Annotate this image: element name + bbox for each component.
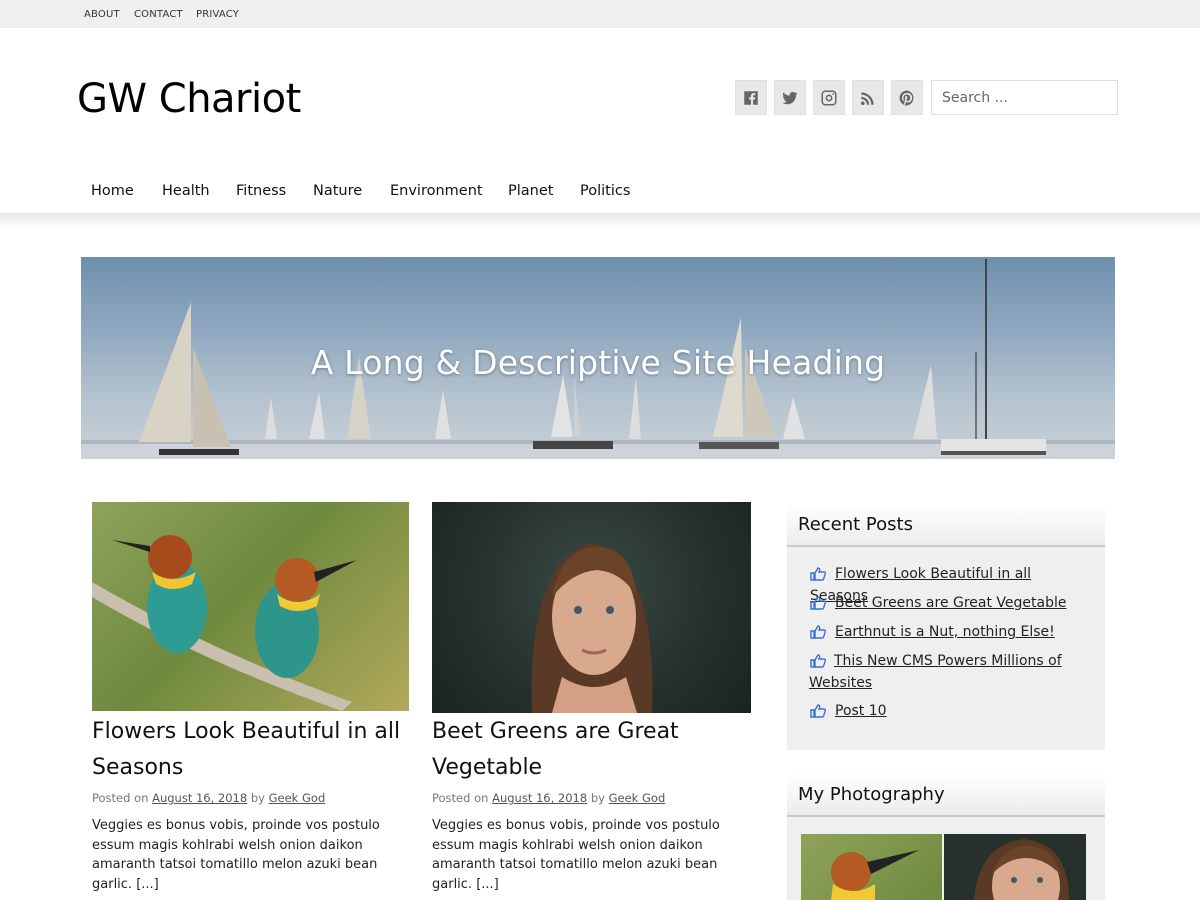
posted-on-label: Posted on — [92, 791, 149, 805]
twitter-icon — [782, 91, 798, 104]
nav-environment[interactable]: Environment — [390, 183, 483, 199]
recent-post-link[interactable]: This New CMS Powers Millions of Websites — [809, 650, 1080, 694]
top-link-privacy[interactable]: PRIVACY — [196, 9, 239, 20]
top-link-about[interactable]: ABOUT — [84, 9, 120, 20]
header-banner: A Long & Descriptive Site Heading — [81, 257, 1115, 459]
post-author-link[interactable]: Geek God — [269, 791, 326, 805]
by-label: by — [590, 791, 605, 805]
hand-pointer-icon — [810, 654, 826, 668]
post-author-link[interactable]: Geek God — [609, 791, 666, 805]
post-meta-2: Posted on August 16, 2018 by Geek God — [432, 791, 752, 805]
rss-button[interactable] — [852, 80, 884, 115]
search-input[interactable] — [931, 80, 1118, 115]
nav-home[interactable]: Home — [91, 183, 134, 199]
hand-pointer-icon — [810, 596, 826, 610]
recent-post-label: This New CMS Powers Millions of Websites — [809, 653, 1062, 691]
top-link-contact[interactable]: CONTACT — [134, 9, 183, 20]
post-excerpt-2: Veggies es bonus vobis, proinde vos post… — [432, 818, 720, 892]
post-meta-1: Posted on August 16, 2018 by Geek God — [92, 791, 412, 805]
nav-divider — [0, 213, 1200, 229]
recent-post-label: Post 10 — [835, 703, 887, 719]
post-thumbnail-portrait[interactable] — [432, 502, 751, 713]
facebook-button[interactable] — [735, 80, 767, 115]
site-title[interactable]: GW Chariot — [77, 76, 301, 122]
nav-politics[interactable]: Politics — [580, 183, 630, 199]
hand-pointer-icon — [810, 625, 826, 639]
recent-posts-widget: Recent Posts Flowers Look Beautiful in a… — [787, 503, 1105, 750]
photo-thumbnail-portrait[interactable] — [944, 834, 1086, 900]
post-date-link[interactable]: August 16, 2018 — [152, 791, 247, 805]
top-bar: ABOUT CONTACT PRIVACY — [0, 0, 1200, 28]
instagram-button[interactable] — [813, 80, 845, 115]
recent-post-link[interactable]: Earthnut is a Nut, nothing Else! — [810, 621, 1090, 643]
hand-pointer-icon — [810, 704, 826, 718]
facebook-icon — [744, 90, 758, 105]
instagram-icon — [821, 90, 837, 105]
nav-fitness[interactable]: Fitness — [236, 183, 286, 199]
recent-posts-title: Recent Posts — [787, 503, 1105, 547]
nav-planet[interactable]: Planet — [508, 183, 553, 199]
rss-icon — [860, 91, 874, 105]
post-excerpt-1: Veggies es bonus vobis, proinde vos post… — [92, 818, 380, 892]
birds-image — [92, 535, 357, 711]
portrait-image — [531, 542, 653, 713]
portrait-thumb-image — [974, 839, 1069, 900]
birds-thumb-image — [831, 850, 919, 900]
pinterest-button[interactable] — [891, 80, 923, 115]
posted-on-label: Posted on — [432, 791, 489, 805]
post-date-link[interactable]: August 16, 2018 — [492, 791, 587, 805]
recent-post-label: Earthnut is a Nut, nothing Else! — [835, 624, 1055, 640]
banner-heading: A Long & Descriptive Site Heading — [310, 343, 886, 382]
photo-thumbnail-birds[interactable] — [801, 834, 942, 900]
post-thumbnail-birds[interactable] — [92, 502, 409, 711]
recent-post-label: Beet Greens are Great Vegetable — [835, 595, 1067, 611]
nav-health[interactable]: Health — [162, 183, 210, 199]
twitter-button[interactable] — [774, 80, 806, 115]
photography-widget: My Photography — [787, 773, 1105, 900]
recent-post-link[interactable]: Beet Greens are Great Vegetable — [810, 592, 1090, 614]
by-label: by — [250, 791, 265, 805]
hand-pointer-icon — [810, 567, 826, 581]
pinterest-icon — [899, 90, 914, 106]
photography-title: My Photography — [787, 773, 1105, 817]
post-title-2[interactable]: Beet Greens are Great Vegetable — [432, 714, 752, 786]
post-title-1[interactable]: Flowers Look Beautiful in all Seasons — [92, 714, 412, 786]
nav-nature[interactable]: Nature — [313, 183, 362, 199]
recent-post-link[interactable]: Post 10 — [810, 700, 1090, 722]
